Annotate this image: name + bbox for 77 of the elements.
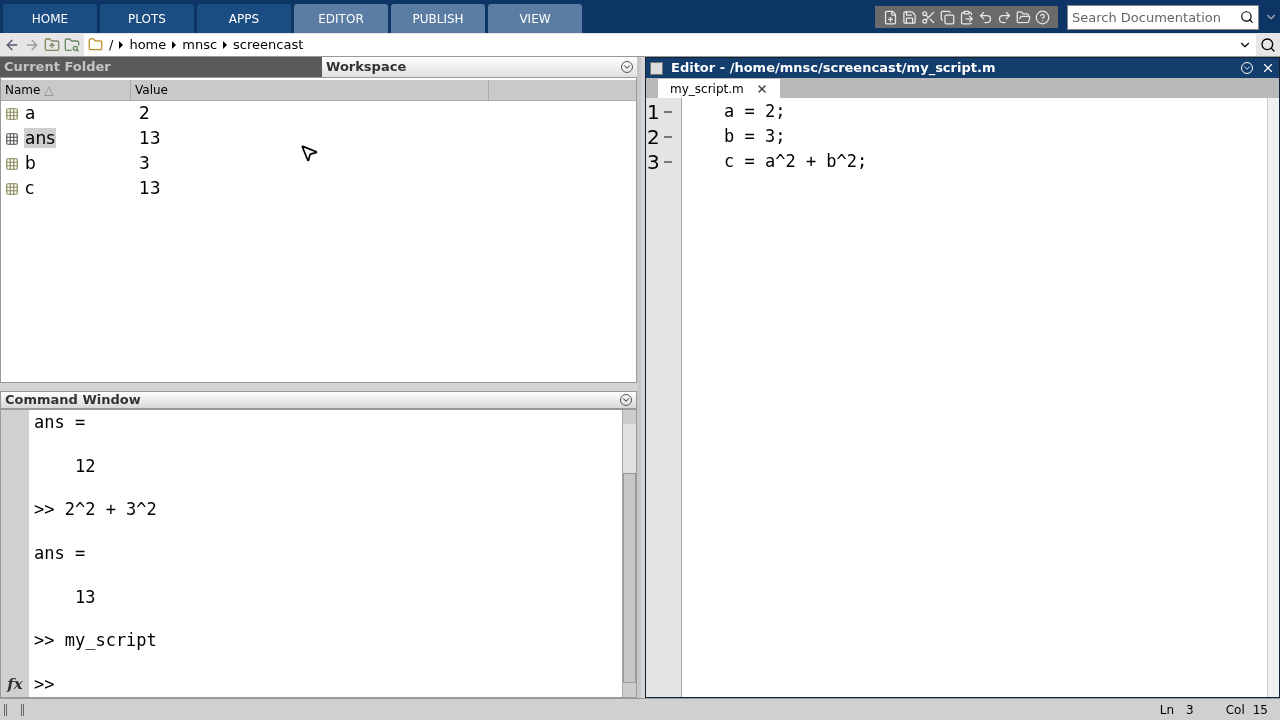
breakpoint-marker-icon[interactable] xyxy=(664,160,672,163)
toolbar-icon[interactable] xyxy=(1016,9,1031,25)
variable-name[interactable]: c xyxy=(24,177,36,198)
file-tab[interactable]: my_script.m xyxy=(658,79,780,98)
close-icon[interactable] xyxy=(1261,61,1275,75)
folder-icon xyxy=(88,37,103,52)
toolbar-icon[interactable] xyxy=(883,9,898,25)
variable-icon xyxy=(5,131,19,146)
function-browser-icon[interactable]: fx xyxy=(7,672,23,695)
column-header[interactable]: Value xyxy=(131,80,489,100)
toolstrip-tab[interactable]: PUBLISH xyxy=(391,4,485,33)
toolstrip-tab[interactable]: VIEW xyxy=(488,4,582,33)
toolstrip-tab[interactable]: HOME xyxy=(3,4,97,33)
path-root[interactable]: / xyxy=(109,34,114,55)
window-title: Editor - /home/mnsc/screencast/my_script.m xyxy=(671,59,996,78)
scrollbar[interactable] xyxy=(622,410,636,697)
variable-icon xyxy=(5,106,19,121)
code-line: a = 2; xyxy=(724,101,786,121)
line-number: 2 xyxy=(646,123,661,151)
command-output-line: 12 xyxy=(73,455,96,476)
breakpoint-marker-icon[interactable] xyxy=(664,110,672,113)
line-number: 3 xyxy=(646,148,661,176)
variable-name[interactable]: a xyxy=(24,102,37,123)
toolbar-icon[interactable] xyxy=(902,9,917,25)
close-icon[interactable] xyxy=(755,82,768,95)
variable-name[interactable]: ans xyxy=(24,127,57,148)
sort-indicator: △ xyxy=(44,83,54,97)
toolbar-icon[interactable] xyxy=(959,9,974,25)
table-cell-text: 3 xyxy=(139,151,150,175)
mouse-pointer-icon xyxy=(299,143,319,163)
status-label: Ln xyxy=(1159,701,1174,719)
status-label: Col xyxy=(1225,701,1245,719)
path-separator-icon xyxy=(223,40,228,49)
breakpoint-marker-icon[interactable] xyxy=(664,135,672,138)
toolbar-icon[interactable] xyxy=(1035,9,1050,25)
scrollbar[interactable] xyxy=(1267,98,1279,697)
command-output-line: ans = xyxy=(34,543,86,563)
toolbar-icon[interactable] xyxy=(921,9,936,25)
table-cell-text: 13 xyxy=(139,176,161,200)
toolstrip-tab[interactable]: PLOTS xyxy=(100,4,194,33)
editor-icon xyxy=(650,61,663,75)
code-line: c = a^2 + b^2; xyxy=(724,151,868,171)
path-segment[interactable]: home xyxy=(129,34,167,55)
search-icon[interactable] xyxy=(1260,36,1276,53)
variable-icon xyxy=(5,181,19,196)
toolstrip-tab[interactable]: EDITOR xyxy=(294,4,388,33)
search-field[interactable]: Search Documentation xyxy=(1067,5,1259,30)
path-separator-icon xyxy=(119,40,124,49)
path-segment[interactable]: screencast xyxy=(233,34,304,55)
address-field[interactable]: / home mnsc screencast xyxy=(84,33,1256,56)
variable-icon xyxy=(5,156,19,171)
status-value: 3 xyxy=(1186,701,1194,719)
command-prompt[interactable]: >> xyxy=(34,674,55,694)
command-output-line: >> my_script xyxy=(34,630,157,651)
variable-name[interactable]: b xyxy=(24,152,37,173)
command-output-line: 13 xyxy=(73,586,96,607)
line-number: 1 xyxy=(646,98,661,126)
status-grip-icon xyxy=(4,703,24,716)
browse-folder-icon[interactable] xyxy=(64,36,80,53)
toolbar-icon[interactable] xyxy=(978,9,993,25)
panel-title: Command Window xyxy=(5,391,141,410)
path-segment[interactable]: mnsc xyxy=(182,34,218,55)
status-value: 15 xyxy=(1252,701,1268,719)
toolbar-icon[interactable] xyxy=(997,9,1012,25)
table-cell-text: 2 xyxy=(139,101,150,125)
folder-up-icon[interactable] xyxy=(44,36,60,53)
panel-title: Workspace xyxy=(326,58,407,77)
toolbar-icon[interactable] xyxy=(940,9,955,25)
code-line: b = 3; xyxy=(724,126,786,146)
toolstrip-tab[interactable]: APPS xyxy=(197,4,291,33)
panel-tab[interactable]: Current Folder xyxy=(0,57,322,77)
command-output-line: ans = xyxy=(34,411,86,432)
column-header[interactable]: Name △ xyxy=(1,80,131,100)
command-output-line: >> 2^2 + 3^2 xyxy=(34,499,157,520)
table-cell-text: 13 xyxy=(139,126,161,150)
search-icon[interactable] xyxy=(1240,10,1254,24)
path-separator-icon xyxy=(172,40,177,49)
